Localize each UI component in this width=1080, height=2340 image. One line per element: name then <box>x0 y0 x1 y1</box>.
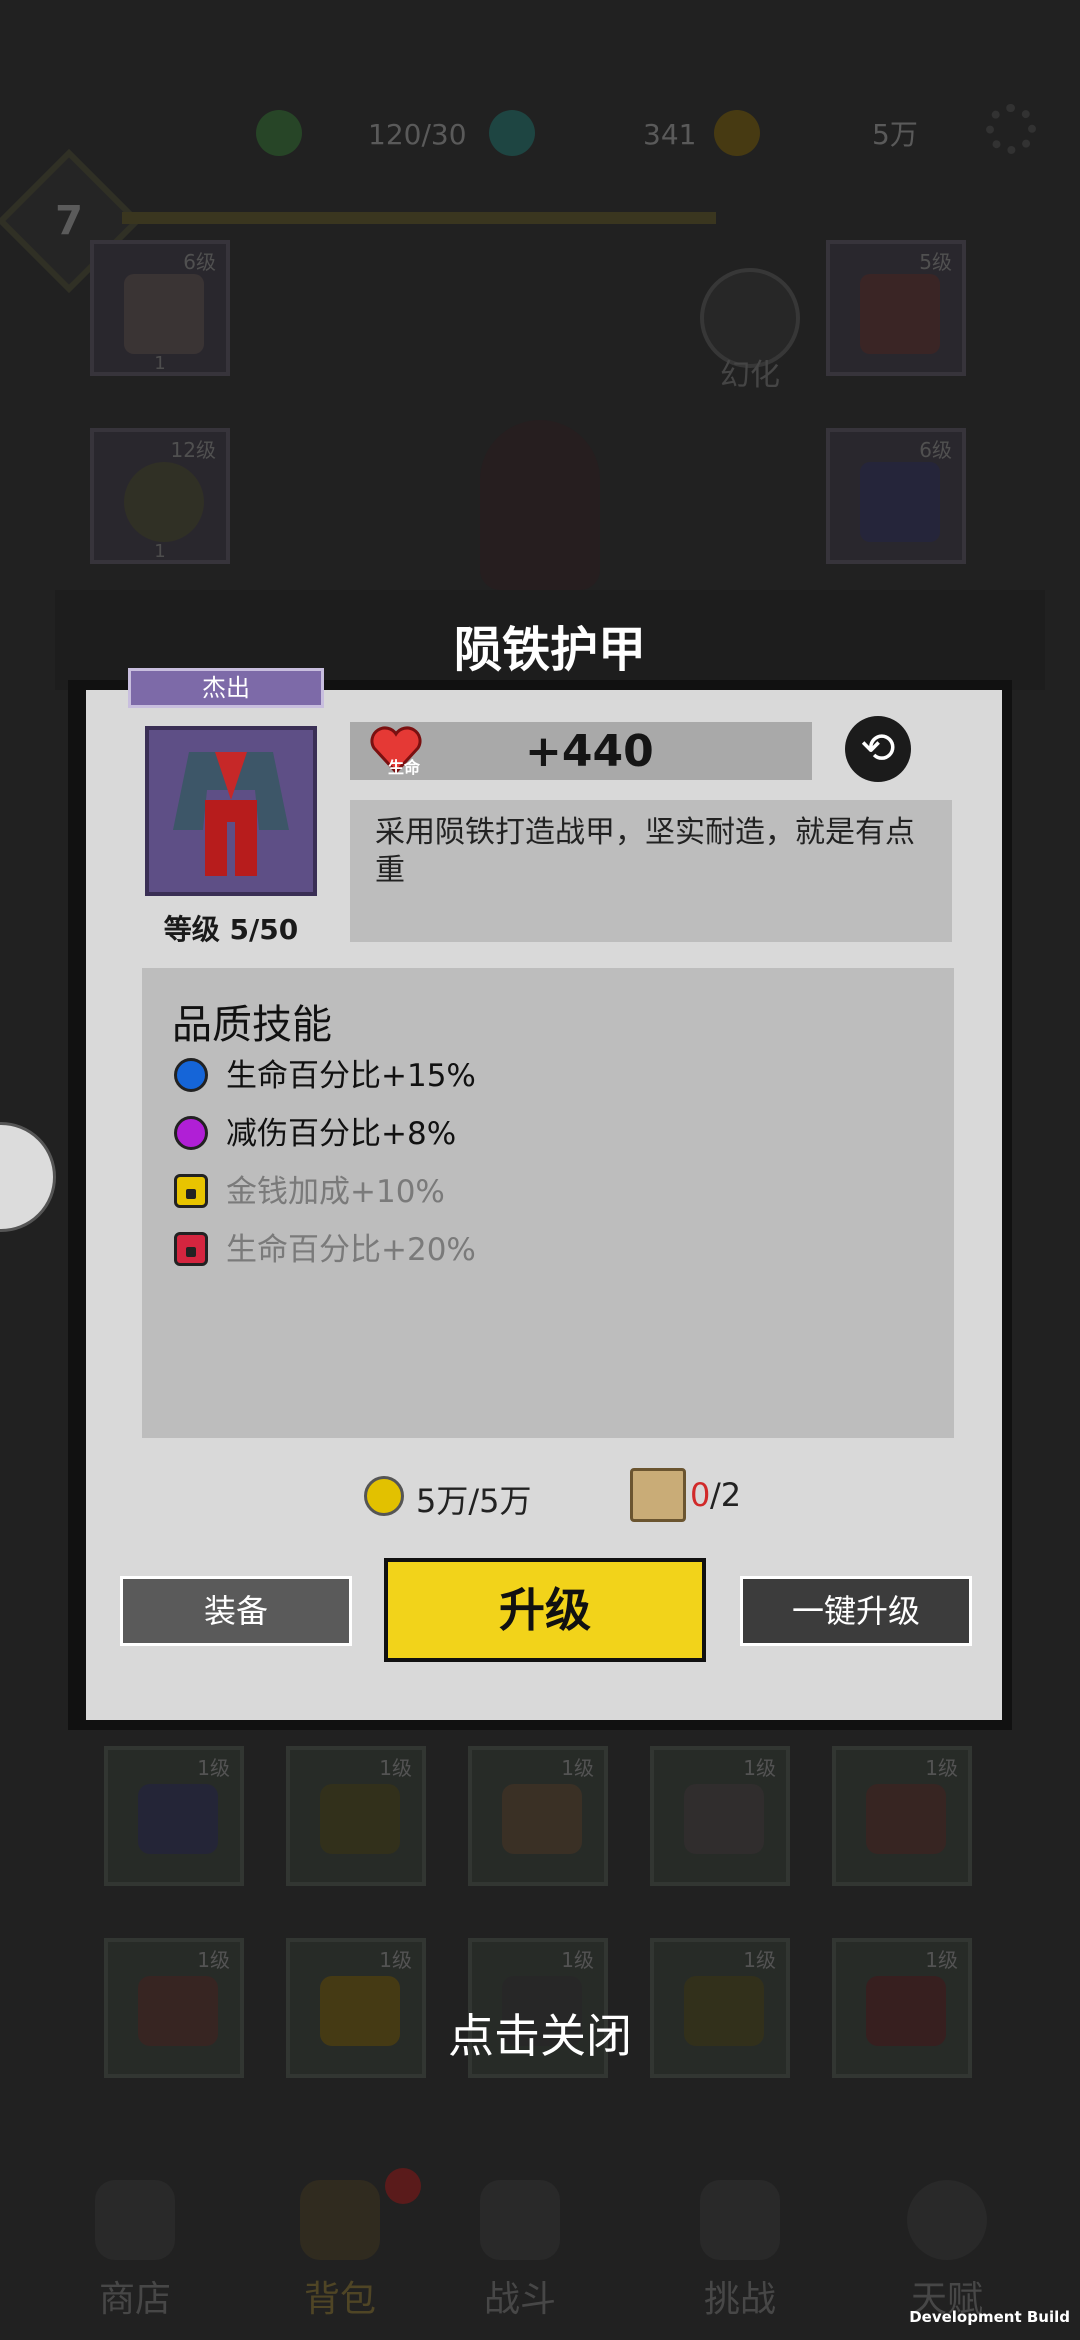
armor-icon <box>173 752 289 876</box>
blue-gem-icon <box>174 1058 208 1092</box>
dev-build-label: Development Build <box>909 2308 1070 2326</box>
gold-coin-icon <box>364 1476 404 1516</box>
armor-scroll-icon <box>630 1468 686 1522</box>
red-lock-icon <box>174 1232 208 1266</box>
description-box: 采用陨铁打造战甲，坚实耐造，就是有点重 <box>350 800 952 942</box>
close-hint[interactable]: 点击关闭 <box>0 2000 1080 2066</box>
auto-upgrade-button[interactable]: 一键升级 <box>740 1576 972 1646</box>
skills-title: 品质技能 <box>172 1002 332 1048</box>
quality-skills-panel: 品质技能 生命百分比+15% 减伤百分比+8% 金钱加成+10% 生命百分比+2… <box>142 968 954 1438</box>
skill-text: 金钱加成+10% <box>226 1174 445 1210</box>
stat-value: +440 <box>525 726 654 777</box>
skill-text: 减伤百分比+8% <box>226 1116 457 1152</box>
gold-cost: 5万/5万 <box>416 1482 532 1520</box>
upgrade-button[interactable]: 升级 <box>384 1558 706 1662</box>
equip-button[interactable]: 装备 <box>120 1576 352 1646</box>
quality-tag: 杰出 <box>128 668 324 708</box>
stat-label: 生命 <box>388 758 421 777</box>
item-description: 采用陨铁打造战甲，坚实耐造，就是有点重 <box>375 815 915 888</box>
gold-lock-icon <box>174 1174 208 1208</box>
skill-text: 生命百分比+20% <box>226 1232 476 1268</box>
item-armor-icon <box>145 726 317 896</box>
refresh-icon[interactable]: ⟲ <box>845 716 911 782</box>
scroll-need: /2 <box>710 1476 742 1514</box>
scroll-have: 0 <box>690 1476 711 1514</box>
purple-gem-icon <box>174 1116 208 1150</box>
skill-text: 生命百分比+15% <box>226 1058 476 1094</box>
item-level: 等级 5/50 <box>163 913 299 946</box>
